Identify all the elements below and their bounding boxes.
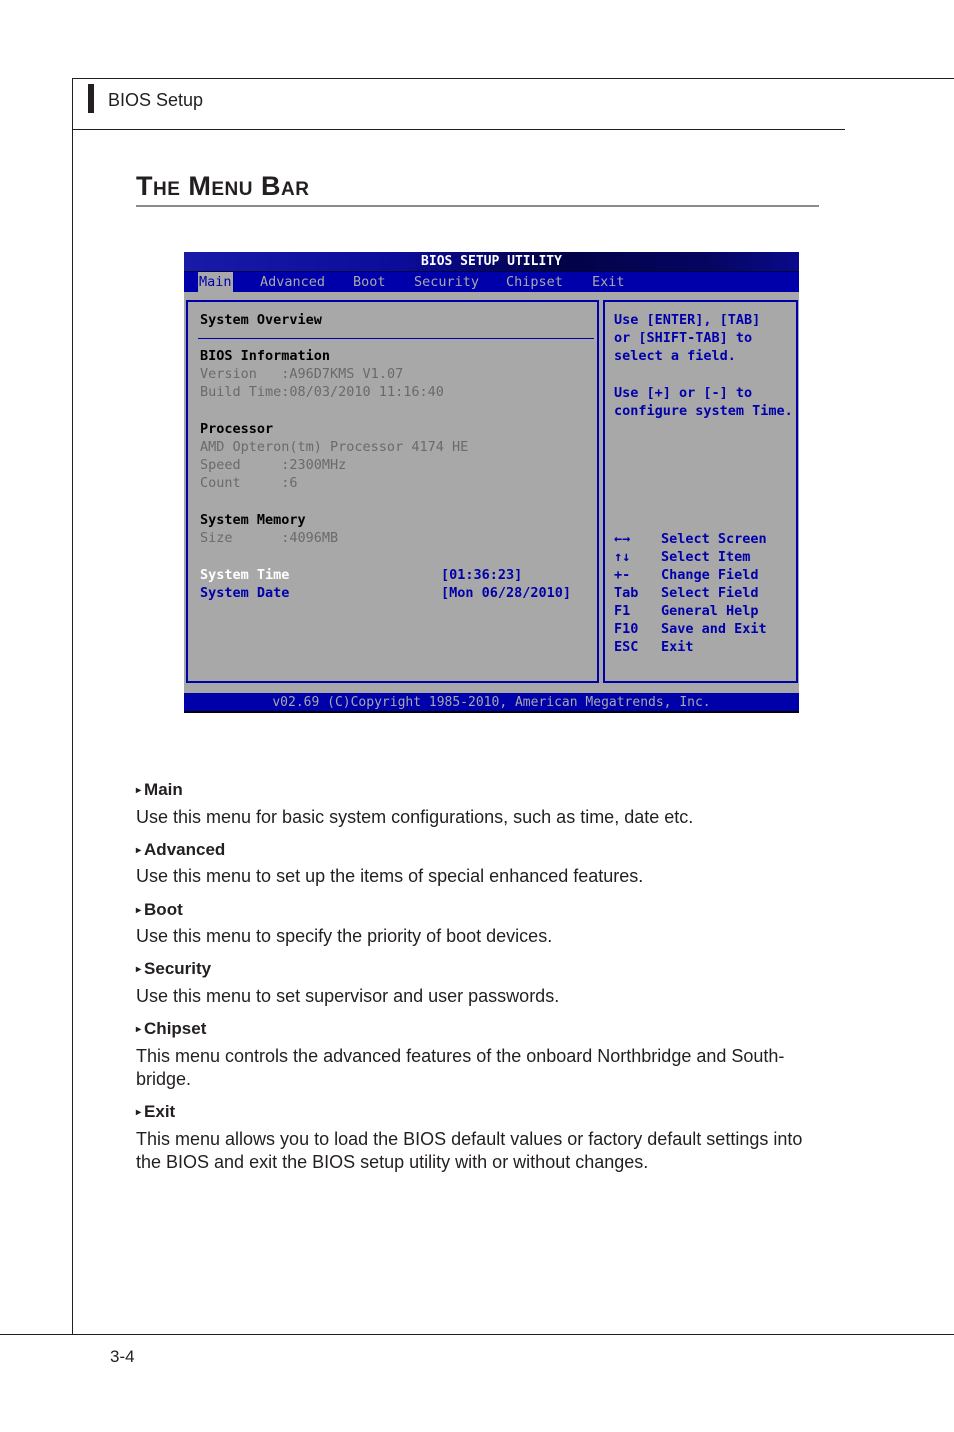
bios-tab-boot[interactable]: Boot — [352, 272, 387, 292]
speed-value: :2300MHz — [281, 457, 347, 473]
bios-menu-bar: Main Advanced Boot Security Chipset Exit — [184, 272, 799, 292]
desc-heading-chipset: ▸ Chipset — [136, 1019, 206, 1039]
desc-heading-advanced: ▸ Advanced — [136, 840, 225, 860]
key-action: Save and Exit — [661, 621, 767, 637]
count-row: Count :6 — [200, 474, 298, 492]
desc-heading-text: Security — [144, 959, 212, 978]
version-value: :A96D7KMS V1.07 — [281, 366, 404, 382]
key-plus-minus: +- — [614, 567, 631, 583]
system-overview-title: System Overview — [200, 312, 322, 328]
key-action: General Help — [661, 603, 759, 619]
bios-main-panel: System Overview BIOS Information Version… — [186, 300, 599, 683]
bullet-triangle-icon: ▸ — [136, 1024, 142, 1035]
desc-text-security: Use this menu to set supervisor and user… — [136, 986, 560, 1006]
version-row: Version :A96D7KMS V1.07 — [200, 365, 403, 383]
help-line: select a field. — [614, 348, 736, 364]
overview-separator — [198, 338, 594, 339]
bios-tab-advanced[interactable]: Advanced — [259, 272, 326, 292]
header-rule — [72, 129, 845, 130]
key-f10: F10 — [614, 621, 639, 637]
key-action: Exit — [661, 639, 694, 655]
bios-tab-chipset[interactable]: Chipset — [505, 272, 564, 292]
bottom-rule — [0, 1334, 954, 1335]
key-action: Change Field — [661, 567, 759, 583]
desc-text-main: Use this menu for basic system configura… — [136, 807, 694, 827]
page-number: 3-4 — [110, 1347, 135, 1366]
help-line: Use [ENTER], [TAB] — [614, 312, 761, 328]
header-bar-mark — [88, 84, 94, 113]
key-up-down-icon: ↑↓ — [614, 549, 631, 565]
desc-heading-text: Main — [144, 780, 183, 799]
system-date-value[interactable]: [Mon 06/28/2010] — [441, 584, 571, 602]
bios-info-heading: BIOS Information — [200, 348, 331, 364]
bullet-triangle-icon: ▸ — [136, 785, 142, 796]
desc-text-exit: This menu allows you to load the BIOS de… — [136, 1129, 803, 1172]
bios-tab-main[interactable]: Main — [198, 272, 233, 292]
title-rule — [136, 205, 819, 207]
help-line: Use [+] or [-] to — [614, 385, 753, 401]
key-f1: F1 — [614, 603, 631, 619]
section-title: The Menu Bar — [136, 171, 310, 201]
count-value: :6 — [281, 475, 298, 491]
bullet-triangle-icon: ▸ — [136, 1107, 142, 1118]
desc-heading-text: Exit — [144, 1102, 176, 1121]
build-time-value: :08/03/2010 11:16:40 — [281, 384, 444, 400]
speed-row: Speed :2300MHz — [200, 456, 346, 474]
bios-tab-exit[interactable]: Exit — [591, 272, 626, 292]
memory-size-row: Size :4096MB — [200, 529, 338, 547]
bios-tab-security[interactable]: Security — [413, 272, 480, 292]
side-rule — [72, 78, 73, 1335]
help-line: or [SHIFT-TAB] to — [614, 330, 753, 346]
processor-heading: Processor — [200, 421, 274, 437]
bios-copyright-footer: v02.69 (C)Copyright 1985-2010, American … — [184, 693, 799, 713]
desc-text-chipset: This menu controls the advanced features… — [136, 1046, 785, 1089]
memory-size-value: :4096MB — [281, 530, 339, 546]
top-rule — [72, 78, 954, 79]
bios-screenshot: BIOS SETUP UTILITY Main Advanced Boot Se… — [184, 252, 799, 713]
bios-title-bar: BIOS SETUP UTILITY — [184, 252, 799, 272]
key-action: Select Screen — [661, 531, 767, 547]
build-time-row: Build Time:08/03/2010 11:16:40 — [200, 383, 444, 401]
key-tab: Tab — [614, 585, 639, 601]
memory-size-label: Size — [200, 530, 282, 546]
key-action: Select Field — [661, 585, 759, 601]
memory-heading: System Memory — [200, 512, 306, 528]
key-action: Select Item — [661, 549, 751, 565]
key-left-right-icon: ←→ — [614, 531, 631, 547]
help-line: configure system Time. — [614, 403, 793, 419]
desc-heading-boot: ▸ Boot — [136, 900, 183, 920]
speed-label: Speed — [200, 457, 282, 473]
desc-heading-exit: ▸ Exit — [136, 1102, 175, 1122]
desc-heading-text: Advanced — [144, 840, 226, 859]
bullet-triangle-icon: ▸ — [136, 905, 142, 916]
bullet-triangle-icon: ▸ — [136, 964, 142, 975]
system-time-value[interactable]: [01:36:23] — [441, 566, 522, 584]
running-header: BIOS Setup — [108, 90, 204, 110]
count-label: Count — [200, 475, 282, 491]
bios-help-panel: Use [ENTER], [TAB] or [SHIFT-TAB] to sel… — [603, 300, 798, 683]
key-esc: ESC — [614, 639, 639, 655]
system-date-label[interactable]: System Date — [200, 584, 289, 602]
processor-name: AMD Opteron(tm) Processor 4174 HE — [200, 439, 469, 455]
version-label: Version — [200, 366, 282, 382]
build-time-label: Build Time — [200, 384, 282, 400]
system-time-label[interactable]: System Time — [200, 566, 289, 584]
desc-heading-main: ▸ Main — [136, 780, 183, 800]
desc-heading-security: ▸ Security — [136, 959, 211, 979]
desc-text-boot: Use this menu to specify the priority of… — [136, 926, 553, 946]
bullet-triangle-icon: ▸ — [136, 845, 142, 856]
desc-text-advanced: Use this menu to set up the items of spe… — [136, 866, 644, 886]
desc-heading-text: Chipset — [144, 1019, 207, 1038]
desc-heading-text: Boot — [144, 900, 183, 919]
